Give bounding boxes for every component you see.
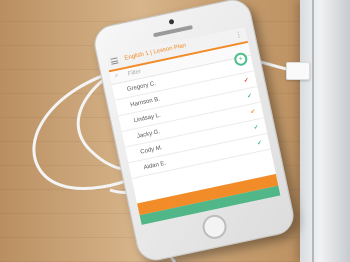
filter-label: Filter [127, 68, 142, 78]
laptop-edge [300, 0, 350, 262]
photo-scene: English 1 | Lesson Plan ⋮ ⌕ Filter + Gre… [0, 0, 350, 262]
student-name: Gregory C. [126, 80, 157, 93]
check-icon: ✔ [243, 77, 250, 85]
student-name: Cody M. [139, 145, 164, 156]
student-name: Harrison B. [129, 96, 161, 109]
check-icon: ✔ [253, 124, 260, 132]
check-icon: ✔ [246, 93, 253, 101]
usb-plug [286, 62, 310, 80]
student-name: Aidan E. [143, 160, 167, 172]
search-icon[interactable]: ⌕ [114, 73, 119, 81]
more-icon[interactable]: ⋮ [234, 30, 243, 39]
check-icon: ✔ [250, 108, 257, 116]
laptop-seam [312, 0, 314, 262]
student-name: Lindsay L. [133, 112, 162, 125]
student-name: Jacky G. [136, 129, 161, 140]
check-icon: ✔ [256, 140, 263, 148]
menu-icon[interactable] [110, 57, 119, 65]
